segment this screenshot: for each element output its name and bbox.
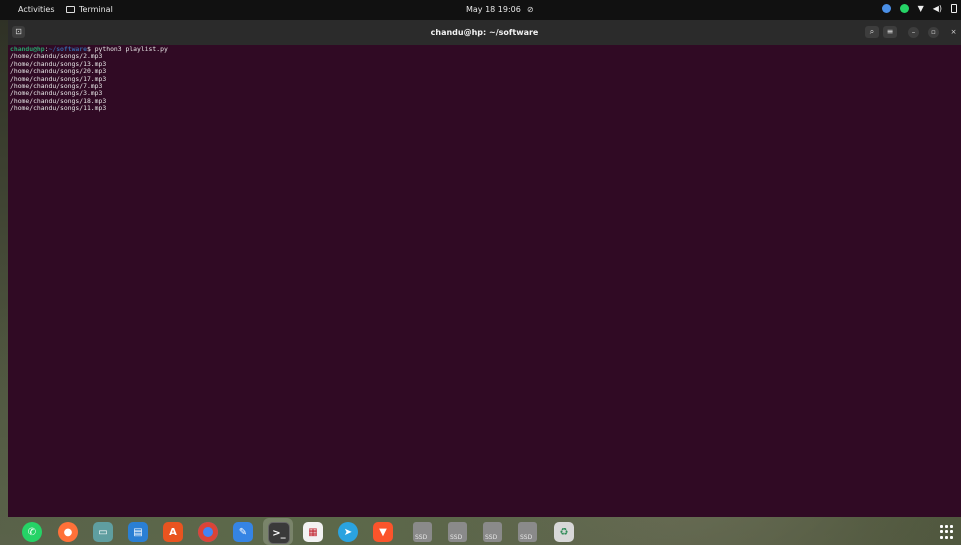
text-editor-icon[interactable]: ✎ [233,522,253,542]
maximize-button[interactable]: ▫ [928,27,939,38]
trash-icon[interactable]: ♻ [554,522,574,542]
minimize-button[interactable]: – [908,27,919,38]
files-icon[interactable]: ▭ [93,522,113,542]
terminal-window: ⊡ chandu@hp: ~/software ⌕ ≡ – ▫ × chandu… [8,20,961,517]
volume-icon[interactable]: ◀) [933,4,942,13]
drive-label: SSD [520,534,533,541]
wifi-icon[interactable]: ▼ [918,4,924,13]
brave-icon[interactable]: ▼ [373,522,393,542]
chrome-tray-icon[interactable] [881,4,891,13]
search-button[interactable]: ⌕ [865,26,879,38]
command-text: python3 playlist.py [94,45,168,53]
ssd-drive-icon[interactable]: SSD [448,522,467,542]
ssd-drive-icon[interactable]: SSD [413,522,432,542]
mic-muted-icon: ⊘ [526,5,534,14]
show-apps-icon[interactable] [940,525,954,539]
system-tray[interactable]: ▼ ◀) [881,4,957,13]
terminal-output[interactable]: chandu@hp:~/software$ python3 playlist.p… [10,45,168,113]
app-name: Terminal [79,5,113,14]
terminal-icon[interactable]: >_ [268,522,290,544]
battery-icon[interactable] [951,4,957,13]
title-bar[interactable]: ⊡ chandu@hp: ~/software ⌕ ≡ – ▫ × [8,20,961,45]
close-button[interactable]: × [948,27,959,38]
telegram-icon[interactable]: ➤ [338,522,358,542]
firefox-icon[interactable]: ● [58,522,78,542]
whatsapp-tray-icon[interactable] [899,4,909,13]
app-menu[interactable]: Terminal [66,5,113,14]
whatsapp-icon[interactable]: ✆ [22,522,42,542]
app-center-icon[interactable]: A [163,522,183,542]
ssd-drive-icon[interactable]: SSD [518,522,537,542]
activities-button[interactable]: Activities [18,5,55,14]
clock[interactable]: May 18 19:06 ⊘ [466,5,534,14]
drive-label: SSD [415,534,428,541]
ssd-drive-icon[interactable]: SSD [483,522,502,542]
output-line: /home/chandu/songs/11.mp3 [10,104,107,113]
top-bar: Activities Terminal May 18 19:06 ⊘ ▼ ◀) [0,0,961,20]
date-time: May 18 19:06 [466,5,521,14]
menu-button[interactable]: ≡ [883,26,897,38]
libreoffice-writer-icon[interactable]: ▤ [128,522,148,542]
drive-label: SSD [485,534,498,541]
terminal-app-icon [66,6,75,13]
chrome-icon[interactable] [198,522,218,542]
window-title: chandu@hp: ~/software [430,28,539,37]
drive-label: SSD [450,534,463,541]
dock: ✆ ● ▭ ▤ A ✎ >_ ▦ ➤ ▼ SSD SSD SSD SSD ♻ [8,517,961,545]
document-viewer-icon[interactable]: ▦ [303,522,323,542]
